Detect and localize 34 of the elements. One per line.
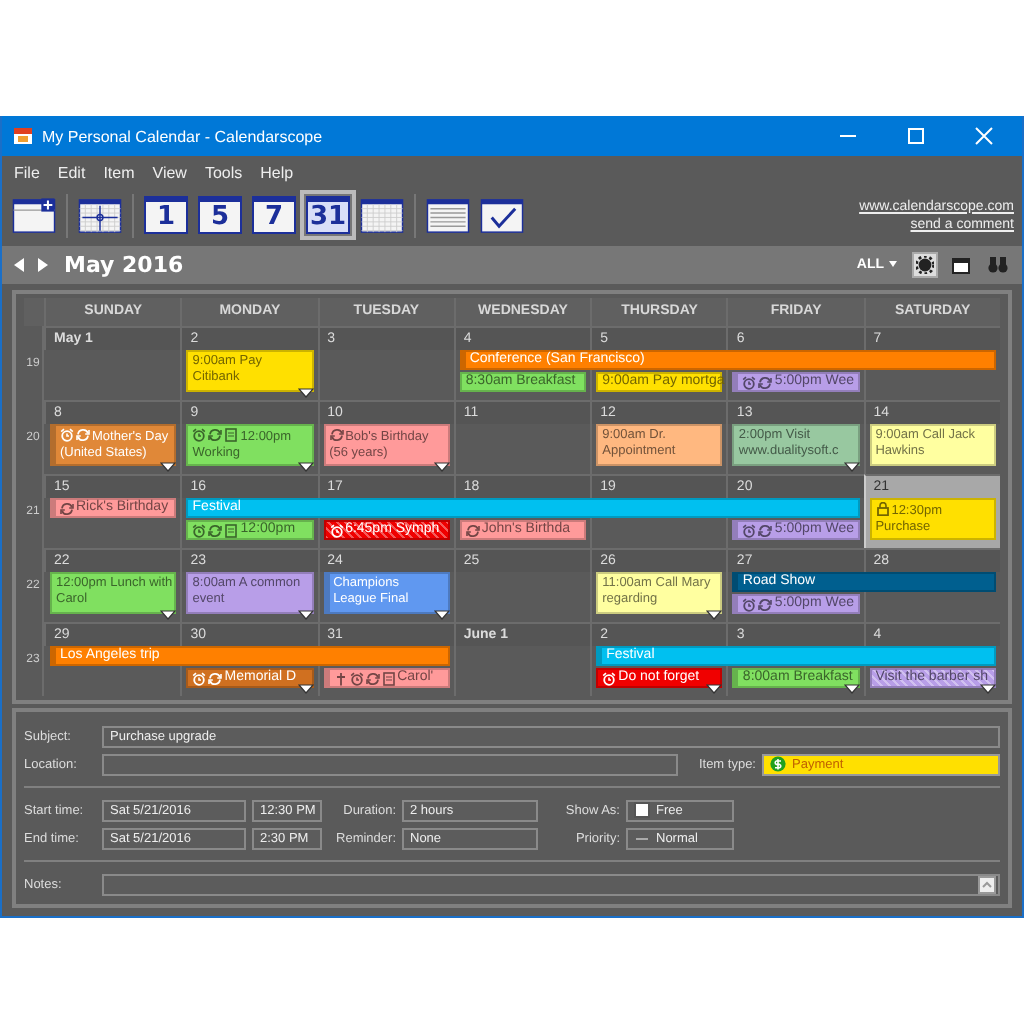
binoculars-icon [988, 256, 1008, 274]
view-button[interactable] [912, 252, 938, 278]
list-icon [426, 197, 470, 233]
toolbar-button[interactable]: 7 [252, 196, 296, 234]
gear-icon [916, 256, 934, 274]
menu-item[interactable]: View [146, 160, 193, 184]
notes-field[interactable] [102, 873, 1000, 895]
window-icon [952, 257, 970, 273]
maximize-icon [906, 126, 926, 146]
new-calendar-icon [12, 197, 56, 233]
input-field[interactable] [102, 753, 678, 775]
menu-item[interactable]: Edit [51, 160, 92, 184]
checkmark-icon [480, 197, 524, 233]
menu-item[interactable]: File [8, 160, 46, 184]
crosshair-calendar-icon [78, 197, 122, 233]
scroll-button-icon [978, 875, 996, 893]
menu-item[interactable]: Tools [198, 160, 249, 184]
toolbar-button[interactable]: 5 [198, 196, 242, 234]
caret-icon [888, 260, 898, 269]
grid-calendar-icon [360, 197, 404, 233]
window-title: My Personal Calendar - Calendarscope [42, 127, 323, 145]
toolbar-button[interactable]: 31 [306, 196, 350, 234]
next-icon [36, 256, 50, 274]
dollar-icon [770, 756, 786, 772]
calendar-icon [14, 128, 32, 144]
free-status-icon [634, 802, 650, 818]
menu-item[interactable]: Help [254, 160, 300, 184]
view-button[interactable] [948, 253, 974, 277]
month-title: May 2016 [64, 252, 184, 278]
dash-icon [634, 833, 650, 843]
previous-icon [12, 256, 26, 274]
menu-item[interactable]: Item [97, 160, 141, 184]
toolbar-button[interactable]: 1 [144, 196, 188, 234]
close-icon [974, 126, 994, 146]
